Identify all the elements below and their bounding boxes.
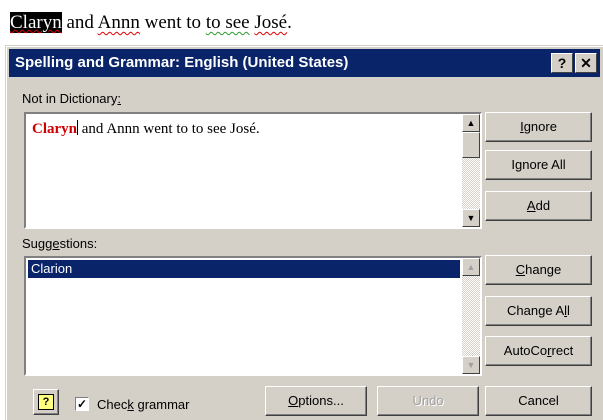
close-icon: ✕ bbox=[580, 55, 592, 71]
context-help-button[interactable]: ? bbox=[551, 53, 573, 73]
sentence-rest: and Annn went to to see José. bbox=[78, 121, 260, 137]
undo-button[interactable]: Undo bbox=[377, 386, 479, 416]
vertical-scrollbar[interactable]: ▲ ▼ bbox=[462, 258, 480, 374]
sentence-text: Claryn and Annn went to to see José. bbox=[32, 120, 260, 138]
error-word: Claryn bbox=[32, 121, 77, 137]
office-assistant-button[interactable]: ? bbox=[33, 389, 59, 415]
change-button[interactable]: Change bbox=[485, 255, 592, 285]
misspelled-word[interactable]: Annn bbox=[98, 12, 140, 33]
not-in-dictionary-textbox[interactable]: Claryn and Annn went to to see José. ▲ ▼ bbox=[24, 112, 482, 229]
add-button[interactable]: Add bbox=[485, 191, 592, 221]
vertical-scrollbar[interactable]: ▲ ▼ bbox=[462, 114, 480, 227]
dialog-title: Spelling and Grammar: English (United St… bbox=[15, 54, 349, 71]
cancel-button[interactable]: Cancel bbox=[485, 386, 592, 416]
document-text: went to bbox=[139, 12, 206, 33]
options-button[interactable]: Options... bbox=[265, 386, 367, 416]
not-in-dictionary-label: Not in Dictionary: bbox=[22, 91, 121, 106]
suggestions-label: Suggestions: bbox=[22, 236, 98, 251]
suggestions-list[interactable]: Clarion ▲ ▼ bbox=[24, 256, 482, 376]
misspelled-word[interactable]: José bbox=[254, 12, 287, 33]
selected-misspelled-word[interactable]: Claryn bbox=[10, 12, 62, 33]
dialog-titlebar[interactable]: Spelling and Grammar: English (United St… bbox=[9, 49, 600, 77]
suggestion-item[interactable]: Clarion bbox=[28, 260, 460, 278]
help-icon: ? bbox=[38, 394, 54, 410]
spelling-grammar-dialog: Spelling and Grammar: English (United St… bbox=[5, 45, 603, 420]
document-sentence: Claryn and Annn went to to see José. bbox=[10, 10, 292, 36]
check-grammar-checkbox[interactable]: ✓ bbox=[75, 397, 89, 411]
question-mark-icon: ? bbox=[557, 55, 567, 71]
scroll-down-arrow-icon[interactable]: ▼ bbox=[462, 356, 480, 374]
close-button[interactable]: ✕ bbox=[575, 53, 597, 73]
ignore-all-button[interactable]: Ignore All bbox=[485, 150, 592, 180]
scroll-down-arrow-icon[interactable]: ▼ bbox=[462, 209, 480, 227]
ignore-button[interactable]: Ignore bbox=[485, 112, 592, 142]
change-all-button[interactable]: Change All bbox=[485, 296, 592, 326]
document-text: . bbox=[287, 12, 292, 33]
grammar-flagged-text[interactable]: to see bbox=[206, 12, 250, 33]
check-grammar-label[interactable]: Check grammar bbox=[97, 397, 189, 412]
document-text: and bbox=[61, 12, 98, 33]
scroll-thumb[interactable] bbox=[462, 132, 480, 158]
scroll-up-arrow-icon[interactable]: ▲ bbox=[462, 258, 480, 276]
autocorrect-button[interactable]: AutoCorrect bbox=[485, 336, 592, 366]
scroll-up-arrow-icon[interactable]: ▲ bbox=[462, 114, 480, 132]
